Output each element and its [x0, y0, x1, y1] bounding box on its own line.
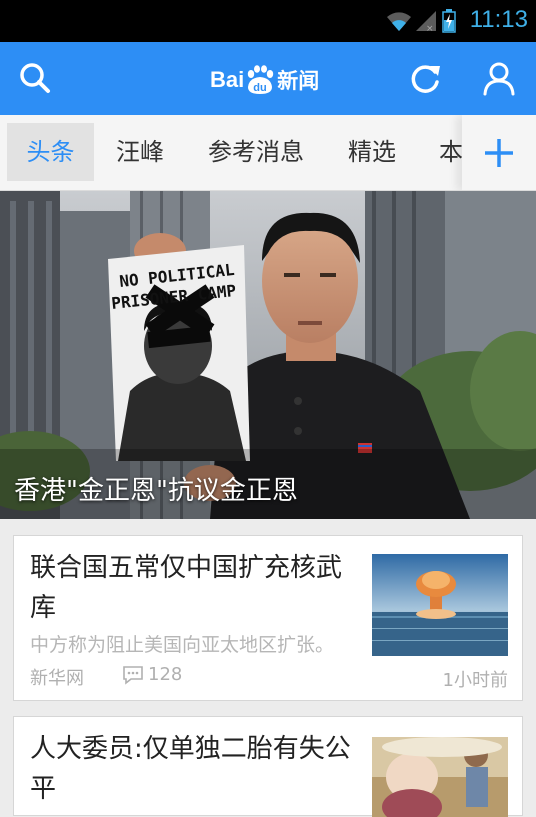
tab-jingxuan[interactable]: 精选: [332, 123, 412, 181]
news-time: 1小时前: [442, 670, 508, 691]
news-title[interactable]: 人大委员:仅单独二胎有失公平: [30, 729, 364, 809]
logo-text: Bai: [210, 67, 245, 92]
app-header: Bai du 新闻: [0, 42, 536, 115]
news-card[interactable]: 人大委员:仅单独二胎有失公平: [13, 716, 523, 817]
news-title[interactable]: 联合国五常仅中国扩充核武库: [30, 548, 364, 628]
status-time: 11:13: [469, 6, 528, 33]
battery-charging-icon: [442, 9, 456, 37]
logo-badge: du: [254, 82, 267, 94]
comment-count-value: 128: [148, 664, 183, 685]
status-bar: × 11:13: [0, 0, 536, 42]
news-source: 新华网: [30, 668, 84, 689]
add-tab-button[interactable]: [462, 115, 536, 190]
news-thumbnail[interactable]: [372, 737, 508, 817]
paw-icon: du: [245, 65, 275, 95]
family-photo-image: [372, 737, 508, 817]
tab-wangfeng[interactable]: 汪峰: [100, 123, 180, 181]
plus-icon: [462, 139, 536, 190]
comment-icon: [122, 665, 144, 685]
wifi-icon: [386, 10, 412, 36]
logo-suffix: 新闻: [277, 69, 320, 93]
search-icon[interactable]: [16, 60, 54, 98]
signal-icon: ×: [414, 10, 438, 36]
news-card[interactable]: 联合国五常仅中国扩充核武库 中方称为阻止美国向亚太地区扩张。 新华网 128 1…: [13, 535, 523, 701]
refresh-icon[interactable]: [406, 60, 444, 98]
tab-cankao[interactable]: 参考消息: [192, 123, 320, 181]
mushroom-cloud-image: [372, 554, 508, 656]
news-thumbnail[interactable]: [372, 554, 508, 656]
user-icon[interactable]: [481, 60, 519, 98]
comment-count: 128: [122, 664, 182, 685]
baidu-news-logo: Bai du 新闻: [210, 62, 319, 98]
tab-toutiao[interactable]: 头条: [7, 123, 94, 181]
svg-text:×: ×: [426, 24, 434, 32]
category-tabs: 头条 汪峰 参考消息 精选 本: [0, 115, 536, 191]
hero-caption[interactable]: 香港"金正恩"抗议金正恩: [14, 470, 298, 507]
news-summary: 中方称为阻止美国向亚太地区扩张。: [30, 634, 335, 656]
